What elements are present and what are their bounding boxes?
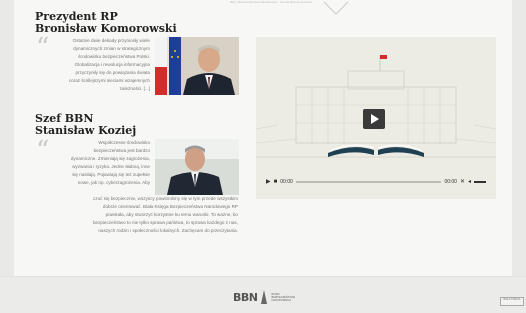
bbn-chief-bio-short: Współczesne środowisko bezpieczeństwa je… [52, 139, 150, 187]
bio-line: Ostatnie dwie dekady przyniosły wiele [72, 38, 150, 43]
seek-bar[interactable] [295, 181, 442, 183]
footer-badge[interactable]: BIAŁA KSIĘGA [500, 297, 524, 306]
total-time: 00:00 [444, 179, 457, 185]
bbn-logo[interactable]: BBN BIURO BEZPIECZEŃSTWA NARODOWEGO [233, 289, 295, 305]
bio-line: wyzwania i ryzyka. Jedne słabną, inne [72, 164, 150, 169]
play-button[interactable] [363, 109, 385, 129]
bio-line: środowisku bezpieczeństwa Polski. [78, 54, 150, 59]
current-time: 00:00 [280, 179, 293, 185]
president-name: Bronisław Komorowski [35, 22, 177, 35]
bbn-chief-name: Stanisław Koziej [35, 124, 137, 137]
bio-line: naszych rodzin i społeczności lokalnych.… [98, 228, 238, 233]
bio-line: coraz ściślejszymi sieciami wzajemnych [68, 78, 150, 83]
logo-subtitle: BIURO BEZPIECZEŃSTWA NARODOWEGO [271, 293, 295, 302]
bio-line: się nasilają. Pojawiają się też zupełnie [72, 172, 150, 177]
quote-icon: “ [36, 136, 50, 166]
logo-mark-icon [261, 290, 268, 304]
president-heading: Prezydent RP Bronisław Komorowski [35, 11, 177, 35]
volume-icon[interactable]: ◂ [468, 178, 471, 186]
bio-line: powstała, aby stworzyć korzystne ku temu… [105, 212, 238, 217]
play-icon[interactable]: ▶ [266, 178, 271, 186]
video-player[interactable]: ▶ ■ 00:00 00:00 ✕ ◂ [256, 37, 496, 199]
top-strip-text: Biuro Bezpieczeństwa Narodowego · Księga… [230, 0, 312, 3]
footer: BBN BIURO BEZPIECZEŃSTWA NARODOWEGO BIAŁ… [0, 276, 526, 313]
bio-line: dobrze orientować. Biała Księga Bezpiecz… [102, 204, 238, 209]
bio-line: bezpieczeństwo to nie tylko sprawa państ… [92, 220, 238, 225]
stop-icon[interactable]: ■ [274, 178, 278, 186]
bio-line: bezpieczeństwa jest bardzo [93, 148, 150, 153]
president-photo [155, 37, 239, 95]
president-bio: Ostatnie dwie dekady przyniosły wiele dy… [52, 37, 150, 93]
bio-line: zależności. [...] [119, 86, 150, 91]
quote-icon: “ [36, 33, 50, 63]
bio-line: przyczyniły się do powiązania świata [75, 70, 150, 75]
bio-line: dynamiczne. Zmieniają się zagrożenia, [70, 156, 150, 161]
bio-line: nowe, jak np. cyberzagrożenia. Aby [77, 180, 150, 185]
play-icon [371, 114, 379, 124]
bbn-chief-photo [155, 139, 239, 197]
logo-letters: BBN [233, 290, 258, 304]
bbn-chief-heading: Szef BBN Stanisław Koziej [35, 113, 136, 137]
logo-sub-line: NARODOWEGO [271, 298, 292, 302]
bio-line: Globalizacja i rewolucja informacyjna [74, 62, 150, 67]
video-controls: ▶ ■ 00:00 00:00 ✕ ◂ [266, 178, 486, 186]
bbn-chief-bio-long: czuć się bezpiecznie, wszyscy powinniśmy… [52, 195, 238, 235]
fullscreen-icon[interactable]: ✕ [460, 178, 465, 186]
bio-line: dynamicznych zmian w strategicznym [73, 46, 150, 51]
bio-line: Współczesne środowisko [98, 140, 150, 145]
volume-slider[interactable] [474, 181, 486, 183]
